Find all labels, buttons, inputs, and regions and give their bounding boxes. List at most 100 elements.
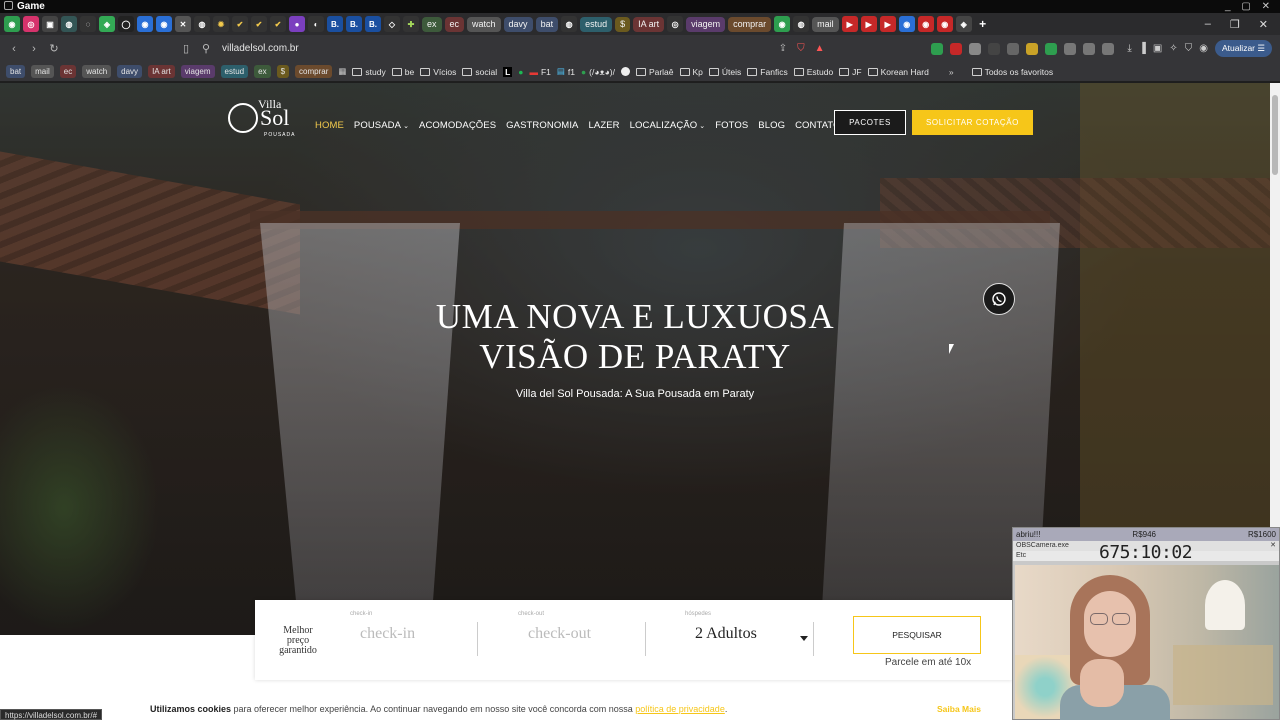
tab-icon[interactable]: ✹ (213, 16, 229, 32)
shields-icon[interactable]: ◉ (1199, 43, 1208, 54)
extension-icon[interactable] (988, 42, 1001, 55)
tab-group-comprar[interactable]: comprar (728, 16, 772, 32)
bookmark-folder[interactable]: social (462, 67, 497, 77)
bookmark-group[interactable]: $ (276, 65, 290, 78)
menu-acomodacoes[interactable]: ACOMODAÇÕES (419, 120, 496, 131)
tab-icon[interactable]: ✚ (403, 16, 419, 32)
reload-icon[interactable]: ↻ (44, 42, 64, 55)
solicitar-cotacao-button[interactable]: SOLICITAR COTAÇÃO (912, 110, 1033, 135)
apps-grid-icon[interactable]: ▦ (338, 66, 346, 77)
bookmark-group[interactable]: IA art (148, 65, 175, 78)
menu-localizacao[interactable]: LOCALIZAÇÃO ⌄ (630, 120, 706, 131)
menu-home[interactable]: HOME (315, 120, 344, 131)
bookmark-group[interactable]: watch (82, 65, 112, 78)
tab-icon[interactable]: ◉ (917, 16, 934, 32)
site-info-icon[interactable]: ⚲ (196, 42, 216, 55)
bookmark-group[interactable]: viagem (180, 65, 215, 78)
brave-rewards-icon[interactable]: ▲ (815, 43, 825, 54)
menu-lazer[interactable]: LAZER (589, 120, 620, 131)
youtube-tab-icon[interactable]: ▶ (841, 16, 858, 32)
tab-icon[interactable]: ✔ (270, 16, 286, 32)
tab-icon[interactable]: ◍ (793, 16, 810, 32)
tab-icon[interactable]: ◍ (194, 16, 210, 32)
tab-icon[interactable]: ▣ (42, 16, 58, 32)
pacotes-button[interactable]: PACOTES (834, 110, 906, 135)
forward-icon[interactable]: › (24, 43, 44, 55)
bookmark-group[interactable]: bat (6, 65, 26, 78)
instagram-tab-icon[interactable]: ◎ (23, 16, 39, 32)
extension-icon[interactable] (969, 42, 982, 55)
tab-icon[interactable]: ◍ (561, 16, 578, 32)
tab-group-ec[interactable]: ec (444, 16, 465, 32)
menu-gastronomia[interactable]: GASTRONOMIA (506, 120, 578, 131)
bookmark-folder[interactable]: Korean Hard (867, 67, 929, 77)
back-icon[interactable]: ‹ (4, 43, 24, 55)
booking-tab-icon[interactable]: B. (346, 16, 362, 32)
bookmark-group[interactable]: ec (59, 65, 77, 78)
bookmark-group[interactable]: estud (220, 65, 249, 78)
overlay-close-icon[interactable]: ✕ (1270, 541, 1276, 551)
extension-icon[interactable] (1064, 42, 1077, 55)
window-controls-small[interactable]: _ ▢ ✕ (1225, 0, 1274, 13)
tab-group-viagem[interactable]: viagem (686, 16, 726, 32)
whatsapp-button[interactable] (983, 283, 1015, 315)
tab-icon[interactable]: ◐ (308, 16, 324, 32)
privacy-policy-link[interactable]: política de privacidade (635, 704, 725, 714)
tab-icon[interactable]: ◍ (61, 16, 77, 32)
tab-icon[interactable]: ◯ (118, 16, 134, 32)
extension-icon[interactable] (931, 42, 944, 55)
bookmark-folder[interactable]: Vícios (420, 67, 456, 77)
brave-shield-icon[interactable]: ⛉ (797, 43, 805, 54)
youtube-tab-icon[interactable]: ▶ (879, 16, 896, 32)
booking-tab-icon[interactable]: B. (327, 16, 343, 32)
minimize-icon[interactable]: – (1205, 18, 1211, 31)
download-icon[interactable]: ⤓ (1127, 43, 1131, 54)
update-button[interactable]: Atualizar ☰ (1214, 40, 1272, 57)
bookmark-group[interactable]: comprar (295, 65, 333, 78)
menu-pousada[interactable]: POUSADA ⌄ (354, 120, 409, 131)
tab-icon[interactable]: ◎ (667, 16, 684, 32)
tab-icon[interactable]: ✔ (251, 16, 267, 32)
extension-icon[interactable] (1007, 42, 1020, 55)
tab-icon[interactable]: ◇ (384, 16, 400, 32)
bookmark-group[interactable]: mail (31, 65, 54, 78)
menu-blog[interactable]: BLOG (758, 120, 785, 131)
bookmark-item[interactable]: ▬ F1 (529, 67, 550, 77)
bookmark-group[interactable]: davy (117, 65, 143, 78)
bookmark-folder[interactable]: study (352, 67, 386, 77)
more-bookmarks-icon[interactable]: » (949, 67, 954, 77)
tab-icon[interactable]: ◉ (774, 16, 791, 32)
tab-icon[interactable]: ● (289, 16, 305, 32)
extension-icon[interactable] (1045, 42, 1058, 55)
tab-icon[interactable]: ✔ (232, 16, 248, 32)
screenshot-icon[interactable] (1102, 42, 1115, 55)
tab-icon[interactable]: ◉ (156, 16, 172, 32)
bookmark-item[interactable]: ▤ f1 (557, 66, 575, 77)
bookmark-item[interactable]: L (503, 66, 513, 77)
tab-group-ia-art[interactable]: IA art (633, 16, 665, 32)
tab-icon[interactable]: ◌ (80, 16, 96, 32)
tab-group-money[interactable]: $ (615, 16, 631, 32)
wallet-icon[interactable]: ▣ (1153, 43, 1162, 54)
checkout-field[interactable]: check-out check-out (518, 611, 638, 656)
bookmark-folder[interactable]: Kp (679, 67, 703, 77)
guests-select[interactable]: hóspedes 2 Adultos (685, 611, 815, 656)
whatsapp-tab-icon[interactable]: ◉ (4, 16, 20, 32)
tab-group-mail[interactable]: mail (812, 16, 839, 32)
bookmark-group[interactable]: ex (254, 65, 271, 78)
bookmark-folder[interactable]: Parlaê (635, 67, 674, 77)
tab-group-ex[interactable]: ex (422, 16, 442, 32)
bookmark-item[interactable] (620, 67, 630, 76)
new-tab-plus-icon[interactable]: + (975, 16, 991, 32)
extension-icon[interactable] (950, 42, 963, 55)
tab-icon[interactable]: ◈ (99, 16, 115, 32)
maximize-icon[interactable]: ❐ (1230, 18, 1240, 31)
tab-group-watch[interactable]: watch (467, 16, 501, 32)
tab-group-davy[interactable]: davy (503, 16, 533, 32)
url-field[interactable]: villadelsol.com.br (222, 43, 299, 54)
tab-icon[interactable]: ◈ (955, 16, 972, 32)
youtube-tab-icon[interactable]: ▶ (860, 16, 877, 32)
active-tab-close-icon[interactable]: ✕ (175, 16, 191, 32)
bookmark-folder[interactable]: JF (839, 67, 862, 77)
search-button[interactable]: PESQUISAR (853, 616, 981, 654)
